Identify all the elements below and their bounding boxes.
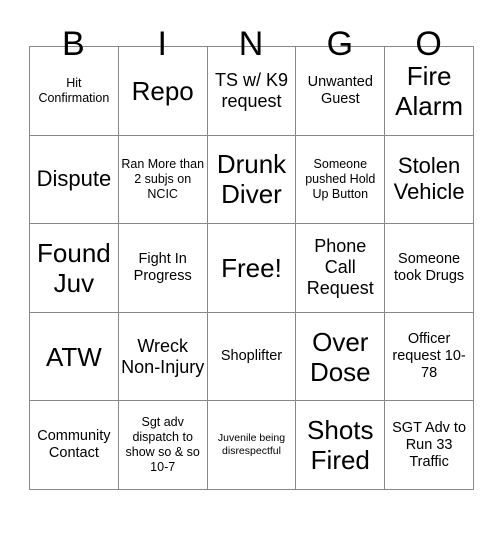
bingo-cell[interactable]: Sgt adv dispatch to show so & so 10-7 [117, 400, 208, 490]
bingo-cell[interactable]: Officer request 10-78 [384, 311, 474, 402]
bingo-cell[interactable]: Someone pushed Hold Up Button [295, 134, 386, 225]
bingo-cell[interactable]: Community Contact [29, 400, 119, 490]
bingo-header-row: B I N G O [29, 0, 473, 63]
bingo-header-letter-g: G [326, 25, 354, 63]
bingo-row: Dispute Ran More than 2 subjs on NCIC Dr… [29, 134, 474, 225]
bingo-card: B I N G O Hit Confirmation Repo TS w/ K9… [0, 0, 500, 544]
bingo-header-letter-n: N [238, 25, 264, 63]
bingo-cell[interactable]: Dispute [29, 134, 119, 225]
bingo-cell[interactable]: ATW [29, 311, 119, 402]
bingo-cell[interactable]: Drunk Diver [206, 134, 297, 225]
bingo-row: Community Contact Sgt adv dispatch to sh… [29, 400, 474, 490]
bingo-cell[interactable]: Over Dose [295, 311, 386, 402]
bingo-cell[interactable]: Someone took Drugs [384, 223, 474, 313]
bingo-cell[interactable]: Stolen Vehicle [384, 134, 474, 225]
bingo-cell[interactable]: SGT Adv to Run 33 Traffic [384, 400, 474, 490]
bingo-cell-free[interactable]: Free! [206, 223, 297, 313]
bingo-cell[interactable]: Wreck Non-Injury [117, 311, 208, 402]
bingo-header-letter-o: O [415, 25, 442, 63]
bingo-cell[interactable]: Found Juv [29, 223, 119, 313]
bingo-grid: Hit Confirmation Repo TS w/ K9 request U… [29, 46, 474, 490]
bingo-header-letter-i: I [157, 25, 167, 63]
bingo-cell[interactable]: Juvenile being disrespectful [206, 400, 297, 490]
bingo-row: ATW Wreck Non-Injury Shoplifter Over Dos… [29, 311, 474, 402]
bingo-cell[interactable]: Shoplifter [206, 311, 297, 402]
bingo-cell[interactable]: Shots Fired [295, 400, 386, 490]
bingo-cell[interactable]: Fight In Progress [117, 223, 208, 313]
bingo-row: Found Juv Fight In Progress Free! Phone … [29, 223, 474, 313]
bingo-cell[interactable]: Phone Call Request [295, 223, 386, 313]
bingo-header-letter-b: B [62, 25, 85, 63]
bingo-cell[interactable]: Ran More than 2 subjs on NCIC [117, 134, 208, 225]
